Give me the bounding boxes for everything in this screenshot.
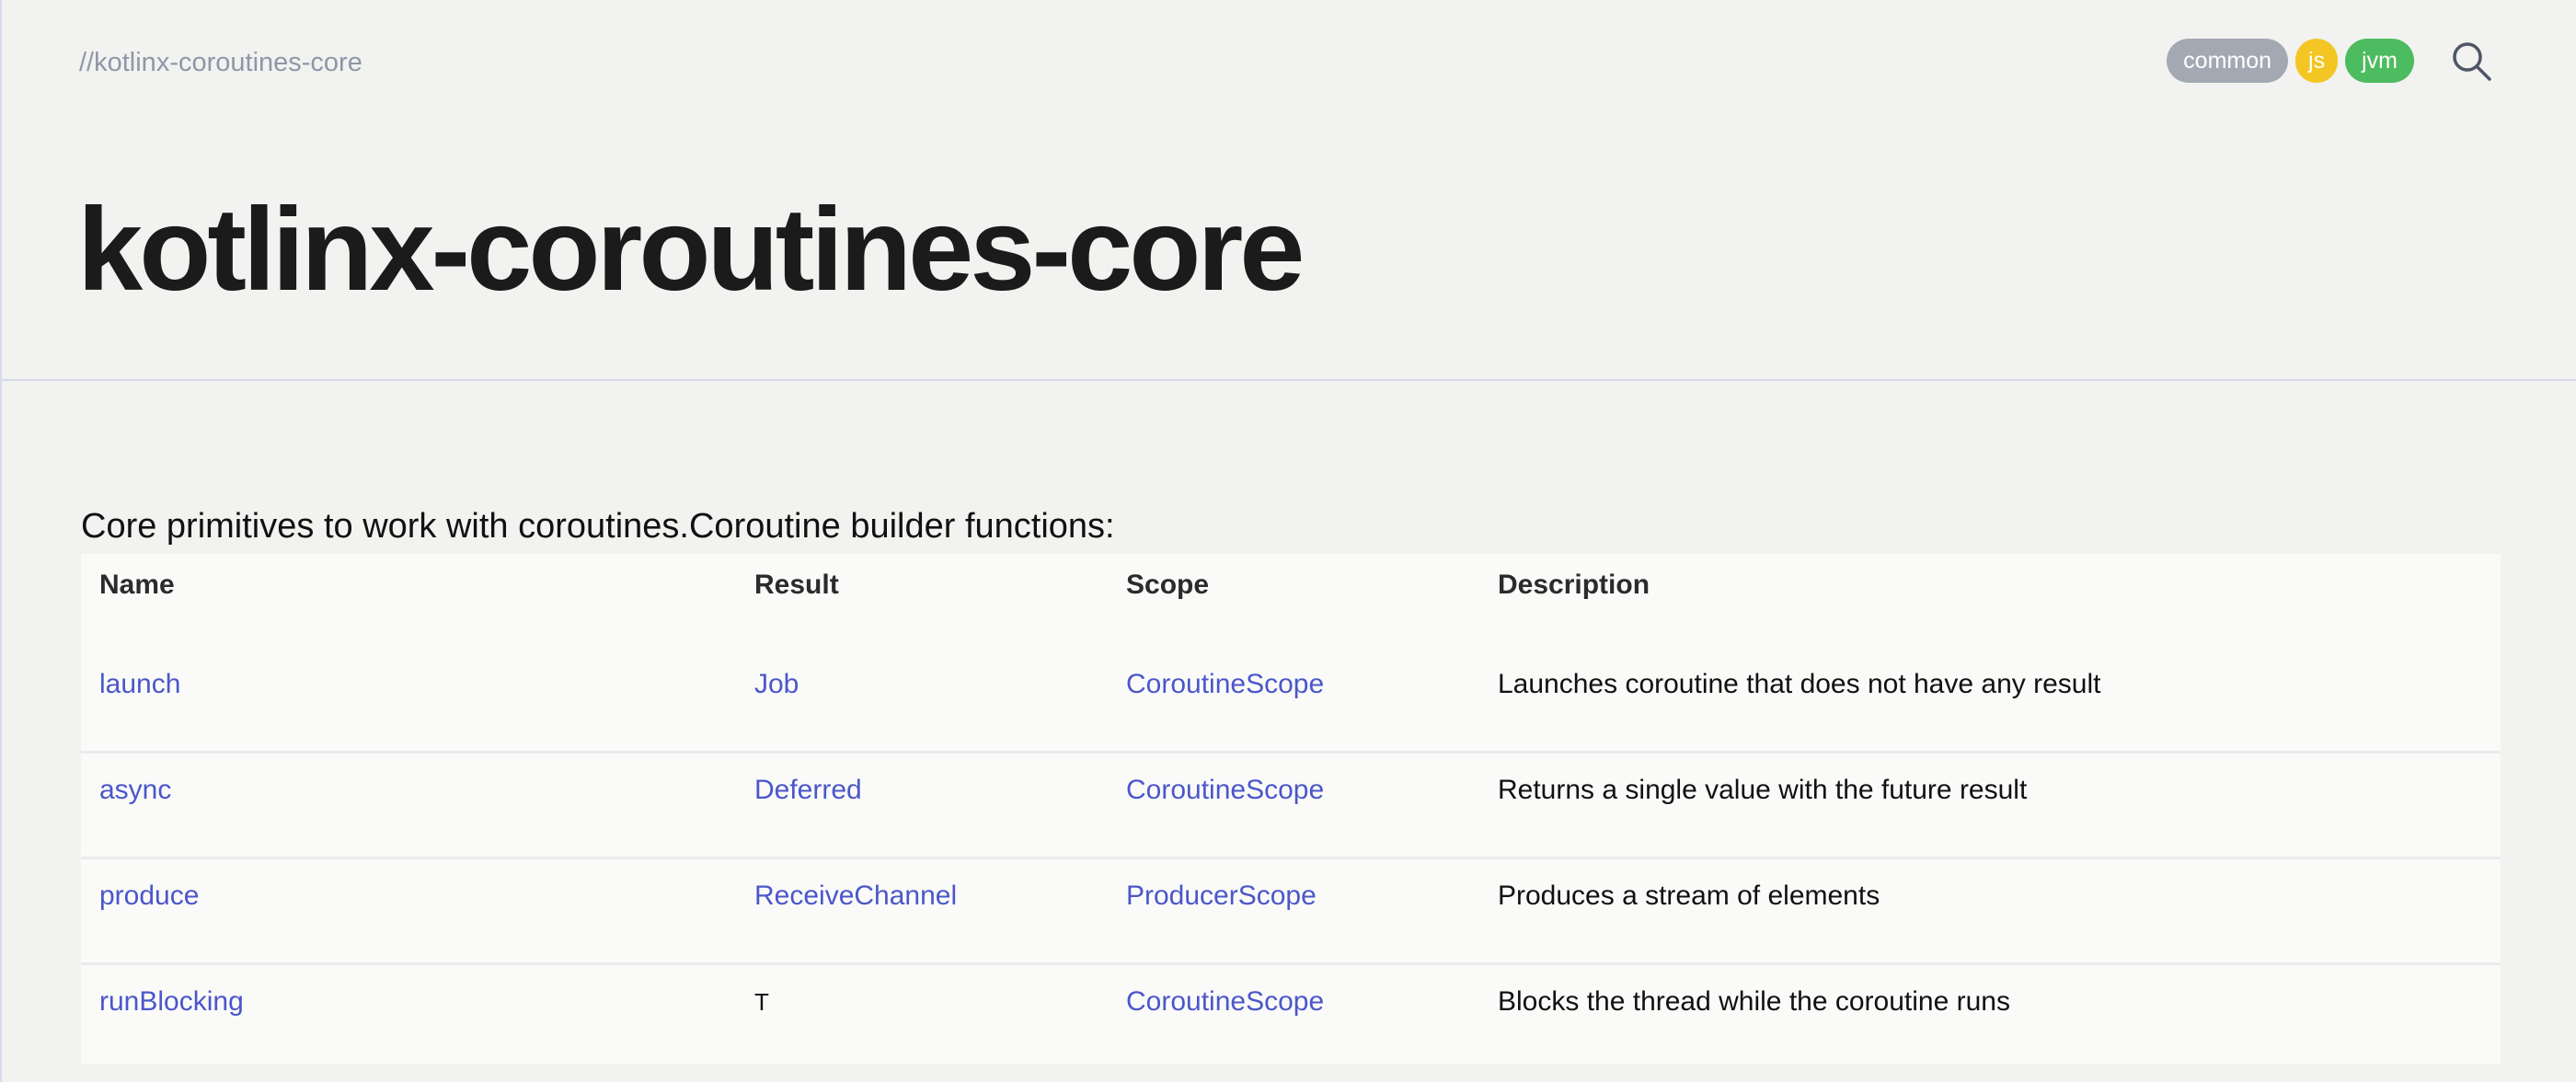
table-header-row: Name Result Scope Description — [81, 554, 2501, 648]
description-text: Launches coroutine that does not have an… — [1498, 669, 2101, 699]
scope-link[interactable]: CoroutineScope — [1126, 984, 1324, 1020]
scope-link[interactable]: ProducerScope — [1126, 878, 1317, 915]
platform-badge-js[interactable]: js — [2295, 39, 2339, 83]
page: //kotlinx-coroutines-core common js jvm … — [0, 0, 2576, 1082]
search-icon — [2453, 42, 2491, 81]
column-header-result: Result — [754, 570, 839, 600]
breadcrumb[interactable]: //kotlinx-coroutines-core — [79, 48, 362, 78]
platform-badge-common[interactable]: common — [2167, 39, 2289, 83]
top-bar: //kotlinx-coroutines-core common js jvm — [2, 0, 2576, 129]
result-type-text: T — [754, 988, 769, 1016]
table-row: runBlocking T CoroutineScope Blocks the … — [81, 965, 2501, 1065]
platform-filter: common js jvm — [2167, 39, 2414, 83]
function-link[interactable]: produce — [99, 878, 199, 915]
header-divider — [2, 379, 2576, 381]
function-link[interactable]: async — [99, 772, 171, 809]
builder-functions-table: Name Result Scope Description launch Job… — [81, 554, 2501, 1065]
page-title: kotlinx-coroutines-core — [77, 184, 1305, 316]
column-header-name: Name — [99, 570, 175, 600]
search-button[interactable] — [2451, 40, 2493, 83]
result-type-link[interactable]: Deferred — [754, 772, 862, 809]
description-text: Returns a single value with the future r… — [1498, 775, 2028, 805]
platform-badge-jvm[interactable]: jvm — [2345, 39, 2414, 83]
scope-link[interactable]: CoroutineScope — [1126, 666, 1324, 703]
result-type-link[interactable]: Job — [754, 666, 799, 703]
table-row: launch Job CoroutineScope Launches corou… — [81, 648, 2501, 754]
intro-text: Core primitives to work with coroutines.… — [81, 507, 1115, 546]
column-header-scope: Scope — [1126, 570, 1210, 600]
result-type-link[interactable]: ReceiveChannel — [754, 878, 957, 915]
scope-link[interactable]: CoroutineScope — [1126, 772, 1324, 809]
column-header-description: Description — [1498, 570, 1650, 600]
description-text: Blocks the thread while the coroutine ru… — [1498, 986, 2010, 1017]
table-row: produce ReceiveChannel ProducerScope Pro… — [81, 859, 2501, 965]
table-row: async Deferred CoroutineScope Returns a … — [81, 754, 2501, 859]
description-text: Produces a stream of elements — [1498, 881, 1880, 911]
function-link[interactable]: launch — [99, 666, 180, 703]
function-link[interactable]: runBlocking — [99, 984, 244, 1020]
